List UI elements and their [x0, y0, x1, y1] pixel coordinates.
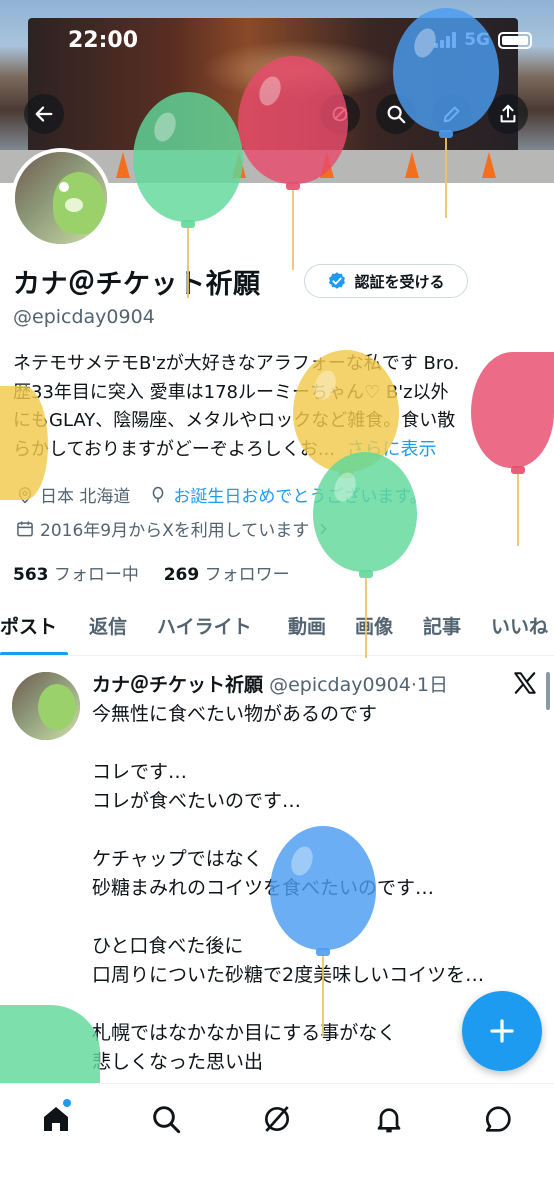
tab-photos[interactable]: 画像 — [355, 612, 393, 639]
get-verified-button[interactable]: 認証を受ける — [304, 264, 468, 298]
x-logo-icon — [514, 672, 536, 694]
following-label: フォロー中 — [53, 565, 139, 585]
post-line: ひと口食べた後に — [92, 935, 244, 957]
follow-counts: 563 フォロー中 269 フォロワー — [13, 560, 290, 585]
status-indicators: 5G — [434, 30, 532, 50]
post-author-handle: @epicday0904 — [269, 674, 411, 696]
post-line — [92, 816, 542, 845]
tab-posts[interactable]: ポスト — [0, 612, 57, 639]
traffic-cone — [232, 152, 246, 178]
tab-articles[interactable]: 記事 — [423, 612, 461, 639]
verified-badge-icon — [329, 272, 346, 289]
post-line: 砂糖まみれのコイツを食べたいのです… — [92, 877, 435, 899]
banner-truck-logo — [200, 40, 400, 100]
nav-home[interactable] — [38, 1099, 74, 1137]
profile-location: 日本 北海道 — [40, 487, 131, 507]
profile-bio: ネテモサメテモB'zが大好きなアラフォーな私です Bro. 歴33年目に突入 愛… — [13, 350, 543, 464]
tab-highlights[interactable]: ハイライト — [157, 612, 252, 639]
bell-icon — [377, 1108, 401, 1133]
back-arrow-icon — [35, 106, 53, 122]
post-author-name[interactable]: カナ＠チケット祈願 — [92, 674, 263, 696]
traffic-cone — [320, 152, 334, 178]
profile-avatar[interactable] — [11, 148, 111, 248]
traffic-cone — [482, 152, 496, 178]
tab-replies[interactable]: 返信 — [89, 612, 127, 639]
bio-line: らかしておりますがどーぞよろしくお... — [13, 438, 336, 460]
status-time: 22:00 — [68, 28, 139, 53]
post-line: コレが食べたいのです… — [92, 790, 302, 812]
signal-icon — [434, 32, 457, 48]
post-time: ·1日 — [410, 674, 448, 696]
traffic-cone — [405, 152, 419, 178]
birthday-link[interactable]: お誕生日おめでとうございます。 — [173, 482, 426, 507]
search-icon — [153, 1106, 181, 1134]
bio-line: にもGLAY、陰陽座、メタルやロックなど雑食。食い散 — [13, 410, 456, 431]
share-icon — [500, 104, 516, 123]
active-tab-indicator — [0, 652, 68, 655]
plus-icon — [490, 1019, 514, 1043]
bio-line-last: らかしておりますがどーぞよろしくお... さらに表示 — [13, 436, 543, 465]
profile-joined-row: 2016年9月からXを利用しています — [15, 516, 331, 541]
home-icon — [44, 1107, 68, 1131]
profile-handle: @epicday0904 — [13, 306, 155, 328]
followers-label: フォロワー — [204, 565, 290, 585]
network-label: 5G — [464, 30, 490, 50]
following-link[interactable]: 563 フォロー中 — [13, 565, 139, 585]
share-button[interactable] — [488, 94, 528, 134]
profile-meta-row: 日本 北海道 お誕生日おめでとうございます。 — [15, 482, 427, 507]
messages-icon — [485, 1106, 511, 1132]
chevron-right-icon[interactable] — [315, 521, 331, 537]
back-button[interactable] — [24, 94, 64, 134]
search-icon — [387, 105, 406, 124]
bio-line: ネテモサメテモB'zが大好きなアラフォーな私です Bro. — [13, 353, 460, 374]
joined-date: 2016年9月からXを利用しています — [40, 521, 310, 541]
grok-button[interactable] — [320, 94, 360, 134]
grok-icon — [265, 1106, 289, 1132]
balloon-icon — [153, 486, 164, 502]
followers-link[interactable]: 269 フォロワー — [164, 565, 290, 585]
battery-icon — [498, 31, 532, 49]
compose-post-button[interactable] — [462, 991, 542, 1071]
post-line: 今無性に食べたい物があるのです — [92, 703, 378, 725]
calendar-icon — [17, 521, 33, 536]
home-notification-dot — [63, 1099, 71, 1107]
edit-button[interactable] — [432, 94, 472, 134]
post-line: ケチャップではなく — [92, 848, 263, 870]
tab-videos[interactable]: 動画 — [288, 612, 326, 639]
location-pin-icon — [18, 486, 32, 504]
post-line — [92, 729, 542, 758]
followers-count: 269 — [163, 565, 200, 585]
nav-search[interactable] — [148, 1101, 184, 1137]
following-count: 563 — [13, 565, 49, 585]
bottom-navigation — [0, 1083, 554, 1200]
show-more-link[interactable]: さらに表示 — [347, 439, 437, 460]
nav-grok[interactable] — [259, 1101, 295, 1137]
nav-messages[interactable] — [480, 1101, 516, 1137]
pen-icon — [443, 106, 460, 123]
traffic-cone — [116, 152, 130, 178]
get-verified-label: 認証を受ける — [354, 272, 445, 291]
profile-name: カナ＠チケット祈願 — [13, 269, 261, 300]
nav-notifications[interactable] — [371, 1101, 407, 1137]
post-line: 口周りについた砂糖で2度美味しいコイツを… — [92, 964, 485, 986]
post-line — [92, 903, 542, 932]
bio-line: 歴33年目に突入 愛車は178ルーミーちゃん♡ B'z以外 — [13, 381, 449, 403]
tab-likes[interactable]: いいね — [491, 612, 548, 639]
post-author-avatar[interactable] — [12, 672, 80, 740]
post-line: コレです… — [92, 761, 188, 783]
profile-tabs: ポスト 返信 ハイライト 動画 画像 記事 いいね — [0, 606, 554, 656]
scrollbar[interactable] — [546, 672, 550, 710]
grok-icon — [332, 106, 348, 122]
post-header: カナ＠チケット祈願 @epicday0904·1日 — [92, 670, 448, 697]
search-button[interactable] — [376, 94, 416, 134]
